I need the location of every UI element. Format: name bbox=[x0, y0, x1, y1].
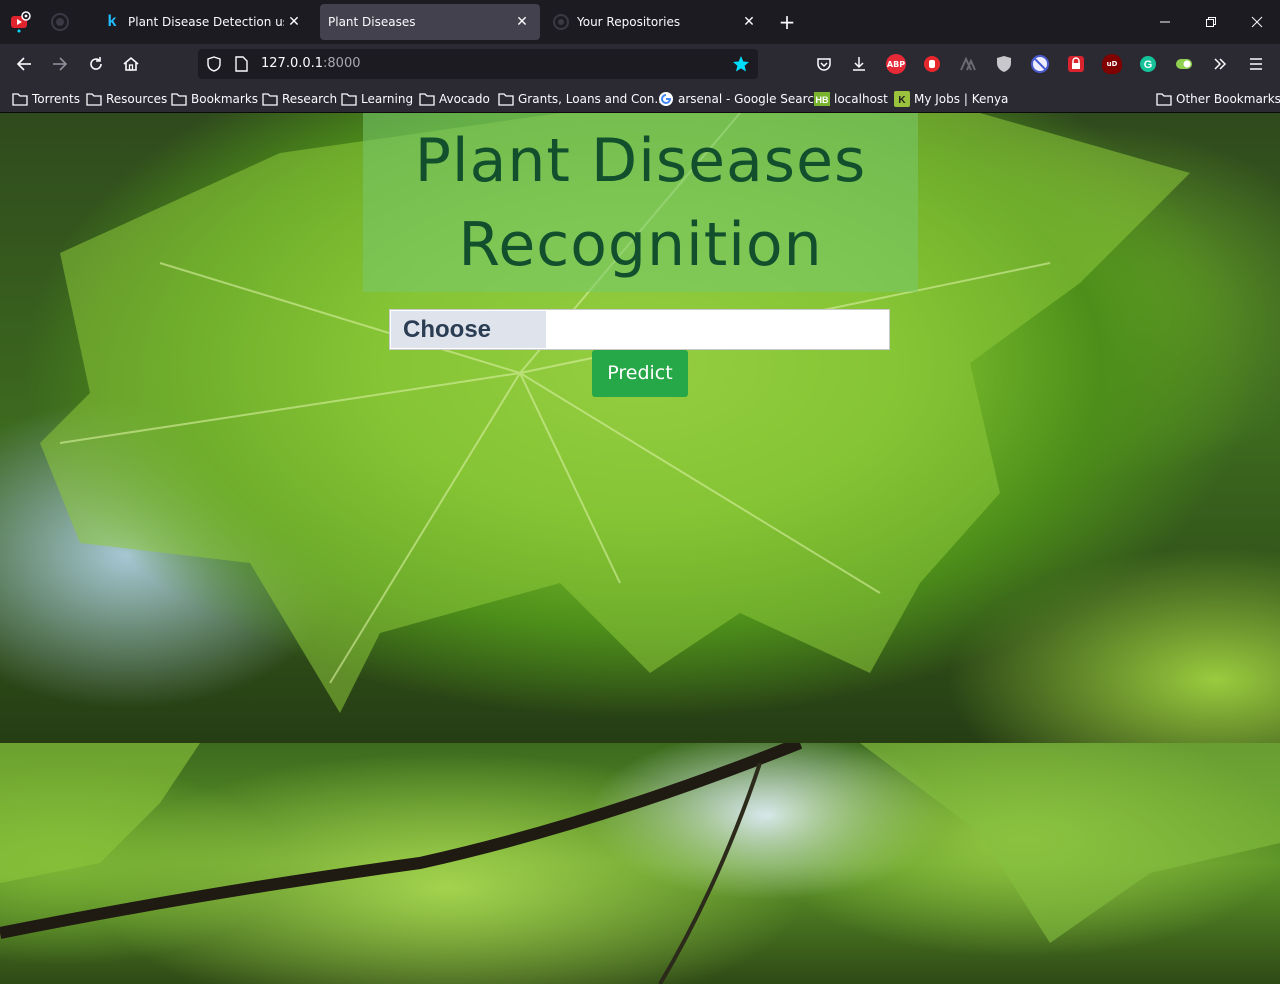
reload-icon[interactable] bbox=[84, 52, 108, 76]
forward-icon[interactable] bbox=[48, 52, 72, 76]
close-window-icon[interactable] bbox=[1243, 8, 1271, 36]
folder-icon bbox=[86, 91, 102, 107]
bookmark-label: localhost bbox=[834, 92, 888, 106]
bookmark-label: Other Bookmarks bbox=[1176, 92, 1280, 106]
bookmark-folder-grants[interactable]: Grants, Loans and Con... bbox=[498, 90, 666, 108]
pocket-icon[interactable] bbox=[814, 54, 834, 74]
github-pinned-tab-icon[interactable] bbox=[50, 12, 70, 32]
tab-title: Plant Disease Detection using Ke bbox=[128, 15, 284, 29]
close-tab-icon[interactable]: ✕ bbox=[739, 12, 759, 32]
kaggle-icon: k bbox=[107, 13, 117, 30]
tab-title: Your Repositories bbox=[577, 15, 681, 29]
bookmark-label: Bookmarks bbox=[191, 92, 259, 106]
bookmark-label: Resources bbox=[106, 92, 168, 106]
folder-icon bbox=[262, 91, 278, 107]
k-icon: K bbox=[894, 91, 910, 107]
page-icon[interactable] bbox=[234, 56, 248, 76]
minimize-icon[interactable] bbox=[1151, 8, 1179, 36]
page-content: Plant Diseases Recognition Choose Predic… bbox=[0, 113, 1280, 984]
adblock-plus-icon[interactable]: ABP bbox=[886, 54, 906, 74]
lock-extension-icon[interactable] bbox=[1066, 54, 1086, 74]
grammarly-icon[interactable]: G bbox=[1138, 54, 1158, 74]
block-icon[interactable] bbox=[1030, 54, 1050, 74]
back-icon[interactable] bbox=[12, 52, 36, 76]
page-title-line-2: Recognition bbox=[458, 210, 823, 280]
shield-icon[interactable] bbox=[206, 56, 222, 76]
bookmark-folder-bookmarks[interactable]: Bookmarks bbox=[171, 90, 258, 108]
privacy-badger-shield-icon[interactable] bbox=[994, 54, 1014, 74]
translator-icon[interactable] bbox=[958, 54, 978, 74]
adblock-hand-icon[interactable] bbox=[922, 54, 942, 74]
bookmark-folder-resources[interactable]: Resources bbox=[86, 90, 167, 108]
folder-icon bbox=[341, 91, 357, 107]
url-host: 127.0.0.1 bbox=[261, 56, 324, 71]
menu-icon[interactable] bbox=[1246, 54, 1266, 74]
bookmark-label: Research bbox=[282, 92, 338, 106]
toggle-extension-icon[interactable] bbox=[1174, 54, 1194, 74]
bookmark-folder-avocado[interactable]: Avocado bbox=[419, 90, 490, 108]
bookmark-folder-research[interactable]: Research bbox=[262, 90, 337, 108]
tab-title: Plant Diseases bbox=[328, 15, 416, 29]
bookmark-arsenal-google[interactable]: arsenal - Google Search bbox=[658, 90, 822, 108]
bookmark-my-jobs-kenya[interactable]: K My Jobs | Kenya bbox=[894, 90, 1008, 108]
folder-icon bbox=[171, 91, 187, 107]
folder-icon bbox=[1156, 91, 1172, 107]
svg-text:G: G bbox=[1144, 59, 1153, 71]
title-banner: Plant Diseases Recognition bbox=[363, 113, 918, 292]
bookmark-label: Torrents bbox=[32, 92, 80, 106]
ublock-origin-icon[interactable]: uD bbox=[1102, 54, 1122, 74]
bookmark-localhost[interactable]: HB localhost bbox=[814, 90, 888, 108]
new-tab-button[interactable]: + bbox=[775, 10, 799, 34]
folder-icon bbox=[12, 91, 28, 107]
folder-icon bbox=[419, 91, 435, 107]
svg-text:HB: HB bbox=[816, 95, 829, 105]
bookmark-label: arsenal - Google Search bbox=[678, 92, 822, 106]
address-bar[interactable]: 127.0.0.1:8000 bbox=[198, 49, 758, 79]
close-tab-icon[interactable]: ✕ bbox=[284, 12, 304, 32]
branch-background-image bbox=[0, 743, 1280, 984]
bookmarks-toolbar: Torrents Resources Bookmarks Research Le… bbox=[0, 84, 1280, 113]
bookmark-folder-learning[interactable]: Learning bbox=[341, 90, 413, 108]
bookmark-label: My Jobs | Kenya bbox=[914, 92, 1009, 106]
choose-file-button[interactable]: Choose bbox=[391, 311, 546, 348]
home-icon[interactable] bbox=[119, 52, 143, 76]
bookmark-star-icon[interactable] bbox=[732, 55, 750, 77]
tab-repositories[interactable]: Your Repositories ✕ bbox=[545, 4, 767, 40]
overflow-chevron-icon[interactable] bbox=[1210, 54, 1230, 74]
page-title-line-1: Plant Diseases bbox=[414, 126, 867, 196]
url-port: :8000 bbox=[323, 56, 361, 71]
tab-kaggle[interactable]: k Plant Disease Detection using Ke ✕ bbox=[96, 4, 312, 40]
google-icon bbox=[658, 91, 674, 107]
bookmark-label: Grants, Loans and Con... bbox=[518, 92, 666, 106]
hb-icon: HB bbox=[814, 91, 830, 107]
navigation-toolbar: 127.0.0.1:8000 ABP uD G bbox=[0, 44, 1280, 84]
bookmark-label: Avocado bbox=[439, 92, 490, 106]
bookmark-folder-torrents[interactable]: Torrents bbox=[12, 90, 80, 108]
svg-text:K: K bbox=[898, 95, 906, 106]
tab-plant-diseases[interactable]: Plant Diseases ✕ bbox=[320, 4, 540, 40]
file-upload-input[interactable]: Choose bbox=[389, 309, 890, 350]
firefox-view-icon[interactable] bbox=[8, 10, 32, 34]
github-icon bbox=[553, 14, 569, 30]
tab-strip: k Plant Disease Detection using Ke ✕ Pla… bbox=[0, 0, 1280, 44]
page-title: Plant Diseases Recognition bbox=[363, 119, 918, 287]
close-tab-icon[interactable]: ✕ bbox=[512, 12, 532, 32]
restore-icon[interactable] bbox=[1197, 8, 1225, 36]
predict-button[interactable]: Predict bbox=[592, 350, 688, 397]
url-text[interactable]: 127.0.0.1:8000 bbox=[261, 56, 361, 71]
folder-icon bbox=[498, 91, 514, 107]
downloads-icon[interactable] bbox=[849, 54, 869, 74]
bookmark-label: Learning bbox=[361, 92, 414, 106]
bookmark-other-bookmarks[interactable]: Other Bookmarks bbox=[1156, 90, 1280, 108]
